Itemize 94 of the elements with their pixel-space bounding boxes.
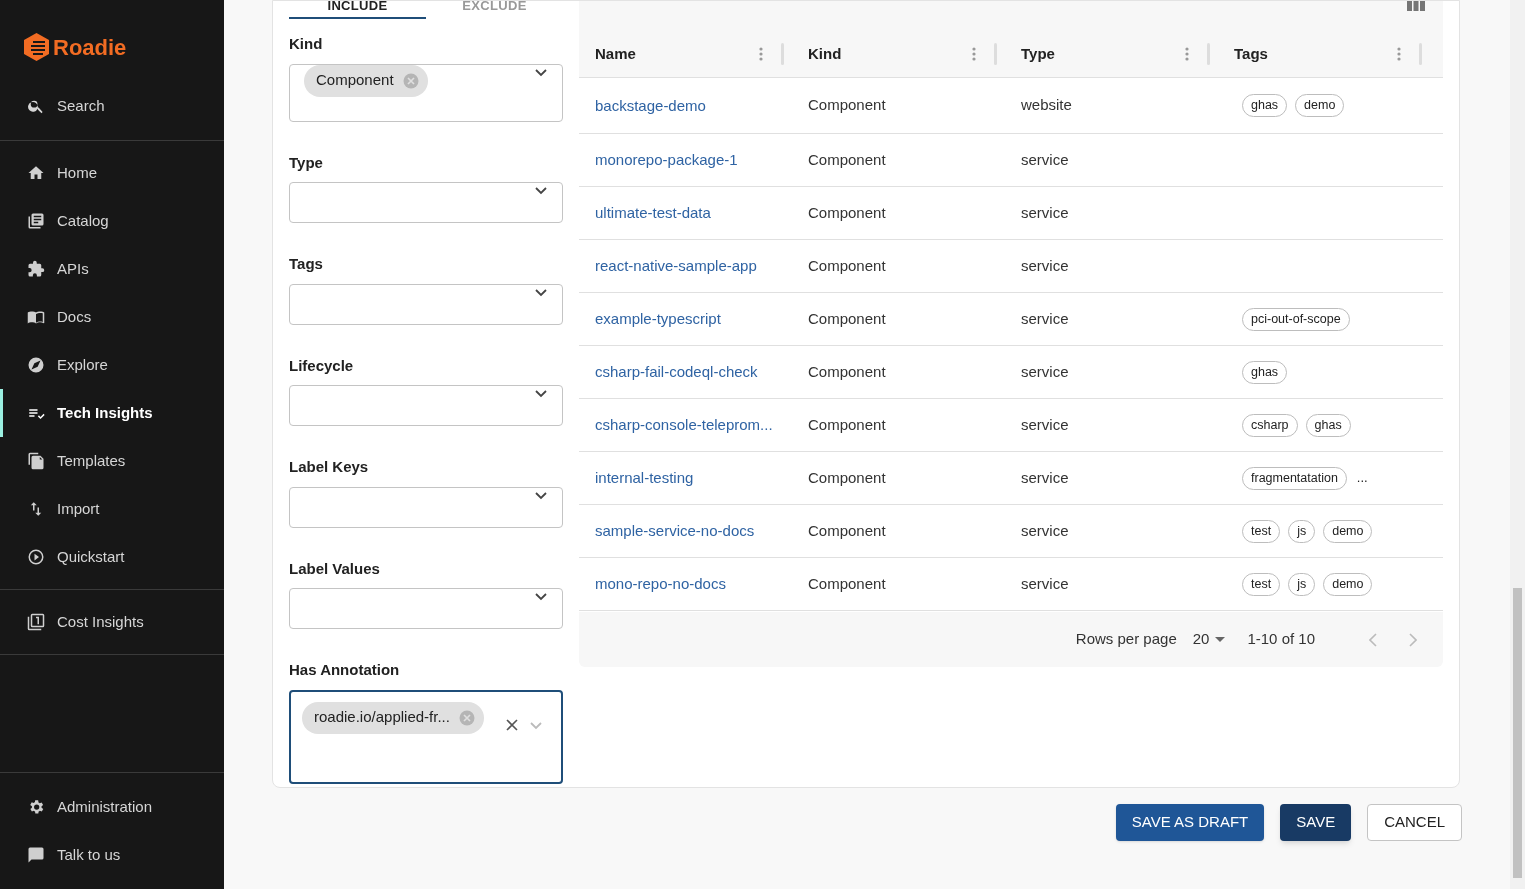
remove-chip-icon [457,708,476,727]
table-cell-text: Component [807,149,887,170]
sidebar-item[interactable]: Import [0,485,224,533]
table-cell-text: Component [807,467,887,488]
entity-link[interactable]: sample-service-no-docs [595,522,755,539]
book-icon [27,308,45,326]
save-draft-button[interactable]: SAVE AS DRAFT [1115,804,1265,841]
chat-icon [27,846,45,864]
sidebar-item[interactable]: Quickstart [0,533,224,581]
table-cell-text: service [1020,467,1070,488]
table-cell-text: service [1020,414,1070,435]
next-page-icon [1409,632,1417,647]
table-cell-text: Component [807,520,887,541]
table-cell-text: Component [807,414,887,435]
sidebar-item[interactable]: Templates [0,437,224,485]
save-button[interactable]: SAVE [1280,804,1352,841]
field-label: Kind [289,34,324,54]
more-vertical-icon [759,47,763,61]
select-field[interactable] [289,385,563,426]
sidebar-item[interactable]: Talk to us [0,831,224,879]
more-vertical-icon [1185,47,1189,61]
field-label: Has Annotation [289,660,401,680]
sidebar-item[interactable]: Catalog [0,197,224,245]
close-icon [505,717,519,732]
select-field[interactable]: Component [289,63,563,122]
document-icon [27,452,45,470]
sidebar-item[interactable]: Tech Insights [0,389,224,437]
search-item[interactable]: Search [0,94,224,118]
sidebar-item[interactable]: Explore [0,341,224,389]
entity-link[interactable]: csharp-fail-codeql-check [595,363,758,380]
entity-link[interactable]: example-typescript [595,310,721,327]
tag-chip: ghas [1305,413,1351,437]
entity-link[interactable]: ultimate-test-data [595,204,711,221]
table-cell-text: service [1020,361,1070,382]
home-icon [27,164,45,182]
columns-icon [1407,1,1425,11]
select-field[interactable]: roadie.io/applied-fr... [289,689,563,784]
rows-per-page-select[interactable]: 20 [1192,628,1226,651]
table-cell-text: service [1020,149,1070,170]
rows-per-page-label: Rows per page [1075,629,1177,650]
more-vertical-icon [1397,47,1401,61]
table-cell-text: Component [807,255,887,276]
select-field[interactable] [289,588,563,629]
entity-link[interactable]: internal-testing [595,469,694,486]
select-field[interactable] [289,182,563,223]
filter-chip[interactable]: Component [304,64,428,97]
settings-icon [27,798,45,816]
cancel-button[interactable]: CANCEL [1367,804,1462,841]
sidebar-item[interactable]: Administration [0,783,224,831]
table-cell-text: website [1020,95,1073,116]
table-cell-text: Component [807,361,887,382]
field-label: Tags [289,254,324,274]
sidebar-item[interactable]: APIs [0,245,224,293]
table-cell-text: Component [807,308,887,329]
table-cell-text: Component [807,573,887,594]
table-cell-text: Component [807,95,887,116]
more-vertical-icon [972,47,976,61]
dropdown-arrow-icon [1215,637,1226,642]
table-cell-text: Component [807,202,887,223]
table-cell-text: service [1020,520,1070,541]
field-label: Label Keys [289,457,370,477]
table-cell-text: service [1020,202,1070,223]
table-cell-text: service [1020,255,1070,276]
entity-link[interactable]: csharp-console-teleprom... [595,416,773,433]
entity-link[interactable]: backstage-demo [595,96,706,114]
column-header[interactable]: Type [1021,42,1185,66]
column-header[interactable]: Kind [808,42,972,66]
tab[interactable]: INCLUDE [289,0,426,19]
previous-page-icon [1369,632,1377,647]
entity-link[interactable]: mono-repo-no-docs [595,575,726,592]
entity-link[interactable]: react-native-sample-app [595,257,757,274]
page-range: 1-10 of 10 [1247,629,1315,650]
sidebar-item[interactable]: Docs [0,293,224,341]
compass-icon [27,356,45,374]
table-cell-text: service [1020,573,1070,594]
sidebar-item[interactable]: Home [0,149,224,197]
sidebar-item[interactable]: Cost Insights [0,598,224,646]
field-label: Label Values [289,558,381,579]
list-icon [27,212,45,230]
field-label: Type [289,152,324,173]
logo-text: Roadie [53,33,127,62]
more-tags: ... [1356,468,1368,488]
select-field[interactable] [289,486,563,528]
play-icon [27,548,45,566]
table-cell-text: service [1020,308,1070,329]
filter-chip[interactable]: roadie.io/applied-fr... [302,701,484,734]
entity-link[interactable]: monorepo-package-1 [595,151,738,168]
column-header[interactable]: Tags [1234,42,1397,66]
select-field[interactable] [289,283,563,325]
column-header[interactable]: Name [595,42,759,66]
remove-chip-icon [401,71,420,90]
field-label: Lifecycle [289,355,355,376]
hexagon-logo-icon [24,33,49,61]
puzzle-icon [27,260,45,278]
